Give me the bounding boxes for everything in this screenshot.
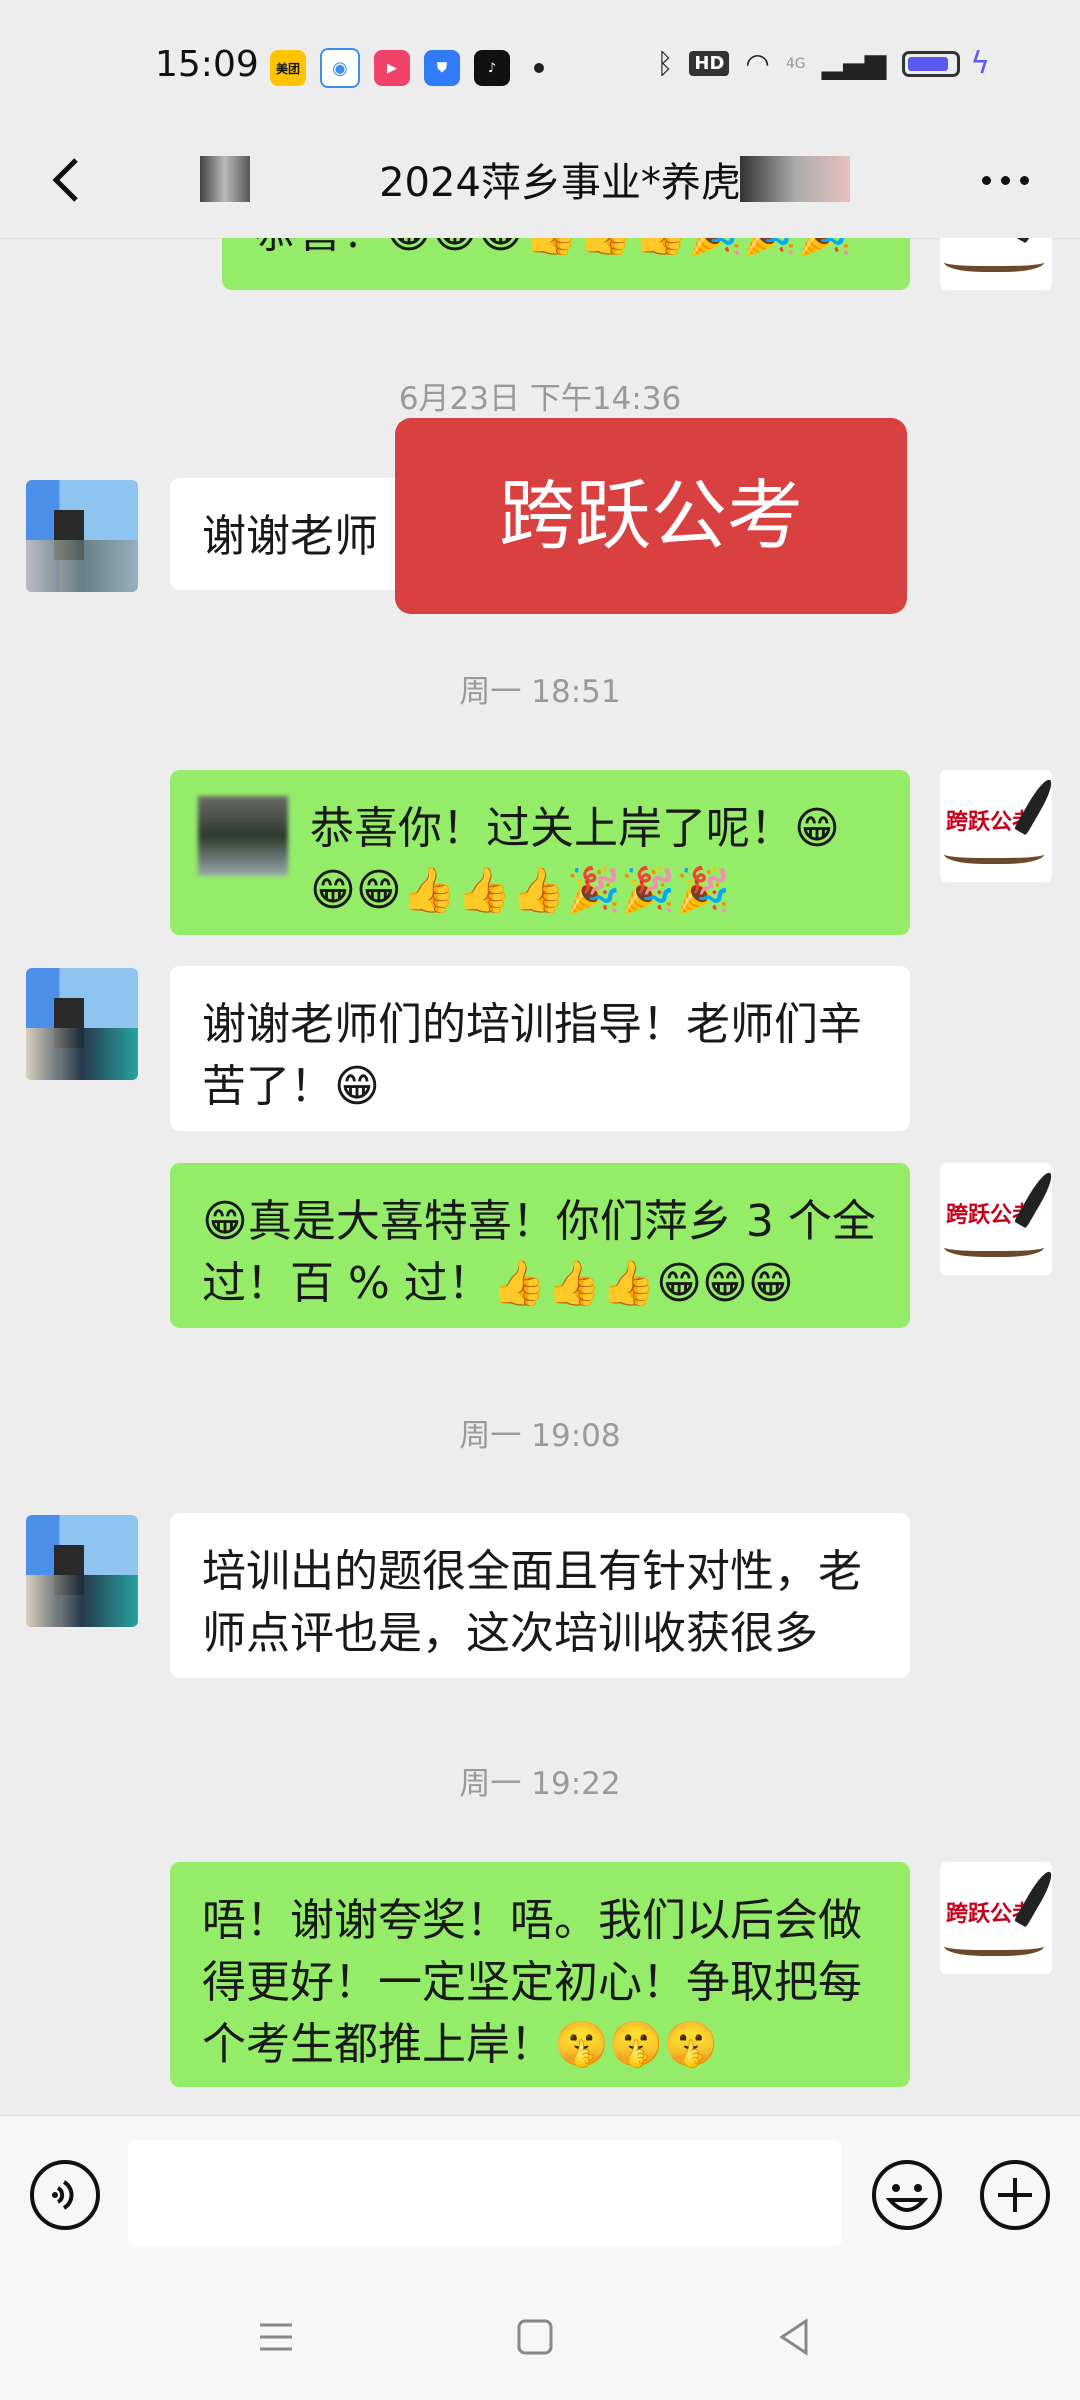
status-bar: 15:09 美团 ◉ ▶ ⛊ ♪ ᛒ HD ◠ 4G ▂▄▆ ϟ [0,0,1080,130]
plus-icon[interactable] [978,2158,1052,2232]
meituan-label: 美团 [275,61,300,76]
sender-avatar[interactable]: 跨跃公考 [940,770,1052,882]
shield-app-icon: ⛊ [424,50,460,86]
sender-avatar[interactable]: 跨跃公考 [940,1163,1052,1275]
notification-icons: 美团 ◉ ▶ ⛊ ♪ [270,48,544,88]
bluetooth-icon: ᛒ [656,47,674,80]
title-text: 2024萍乡事业*养虎 [379,160,741,206]
message-input[interactable] [128,2140,842,2246]
message-text: 谢谢老师们的培训指导！老师们辛苦了！😁 [202,999,862,1112]
wifi-icon: ◠ [745,47,770,80]
message-bubble-out[interactable]: 😁真是大喜特喜！你们萍乡 3 个全过！百 % 过！👍👍👍😁😁😁 [170,1163,910,1328]
message-bubble-out[interactable]: 恭喜你！过关上岸了呢！😁😁😁👍👍👍🎉🎉🎉 [170,770,910,935]
title-mosaic [200,156,250,202]
message-bubble-in[interactable]: 谢谢老师 [170,478,420,590]
mosaic-patch [198,796,288,876]
meituan-icon: 美团 [270,50,306,86]
message-text: 唔！谢谢夸奖！唔。我们以后会做得更好！一定坚定初心！争取把每个考生都推上岸！🤫🤫… [202,1895,862,2070]
contact-avatar[interactable] [26,480,138,592]
timestamp: 6月23日 下午14:36 [398,381,682,417]
message-text: 😁真是大喜特喜！你们萍乡 3 个全过！百 % 过！👍👍👍😁😁😁 [202,1196,876,1309]
message-bubble-out[interactable]: 恭喜！😁😁😁👍👍👍🎉🎉🎉 [222,238,910,290]
back-arrow-icon[interactable] [40,150,100,210]
tencent-video-icon: ◉ [320,48,360,88]
chat-messages[interactable]: 恭喜！😁😁😁👍👍👍🎉🎉🎉 6月23日 下午14:36 谢谢老师 跨跃公考 周一 … [0,238,1080,2115]
more-notifications-dot [534,63,544,73]
timestamp: 周一 19:08 [459,1418,621,1454]
message-text: 谢谢老师 [202,511,378,562]
message-bubble-in[interactable]: 谢谢老师们的培训指导！老师们辛苦了！😁 [170,966,910,1131]
message-text: 培训出的题很全面且有针对性，老师点评也是，这次培训收获很多 [202,1546,862,1659]
more-dots-icon[interactable] [970,160,1040,200]
voice-input-icon[interactable] [28,2158,102,2232]
chat-header: 2024萍乡事业*养虎 [0,130,1080,239]
system-nav-bar [0,2275,1080,2400]
input-bar [0,2115,1080,2276]
battery-icon [902,50,961,77]
watermark-banner: 跨跃公考 [395,418,907,614]
sender-avatar[interactable] [940,238,1052,290]
status-right: ᛒ HD ◠ 4G ▂▄▆ ϟ [657,46,990,81]
play-app-icon: ▶ [374,50,410,86]
contact-avatar[interactable] [26,1515,138,1627]
menu-icon[interactable] [246,2307,306,2367]
message-text: 恭喜！😁😁😁👍👍👍🎉🎉🎉 [254,238,852,258]
signal-icon: ▂▄▆ [821,47,887,80]
timestamp: 周一 19:22 [459,1766,621,1802]
contact-avatar[interactable] [26,968,138,1080]
message-bubble-out[interactable]: 唔！谢谢夸奖！唔。我们以后会做得更好！一定坚定初心！争取把每个考生都推上岸！🤫🤫… [170,1862,910,2087]
sender-avatar[interactable]: 跨跃公考 [940,1862,1052,1974]
charging-icon: ϟ [970,46,990,81]
title-mosaic-right [740,156,850,202]
home-icon[interactable] [505,2307,565,2367]
timestamp: 周一 18:51 [459,674,621,710]
network-label: 4G [785,55,806,72]
chat-title: 2024萍乡事业*养虎 [200,150,880,208]
douyin-icon: ♪ [474,50,510,86]
emoji-icon[interactable] [870,2158,944,2232]
message-text: 恭喜你！过关上岸了呢！😁😁😁👍👍👍🎉🎉🎉 [310,803,840,916]
back-nav-icon[interactable] [764,2307,824,2367]
message-bubble-in[interactable]: 培训出的题很全面且有针对性，老师点评也是，这次培训收获很多 [170,1513,910,1678]
hd-icon: HD [689,51,730,76]
status-time: 15:09 [155,44,259,85]
